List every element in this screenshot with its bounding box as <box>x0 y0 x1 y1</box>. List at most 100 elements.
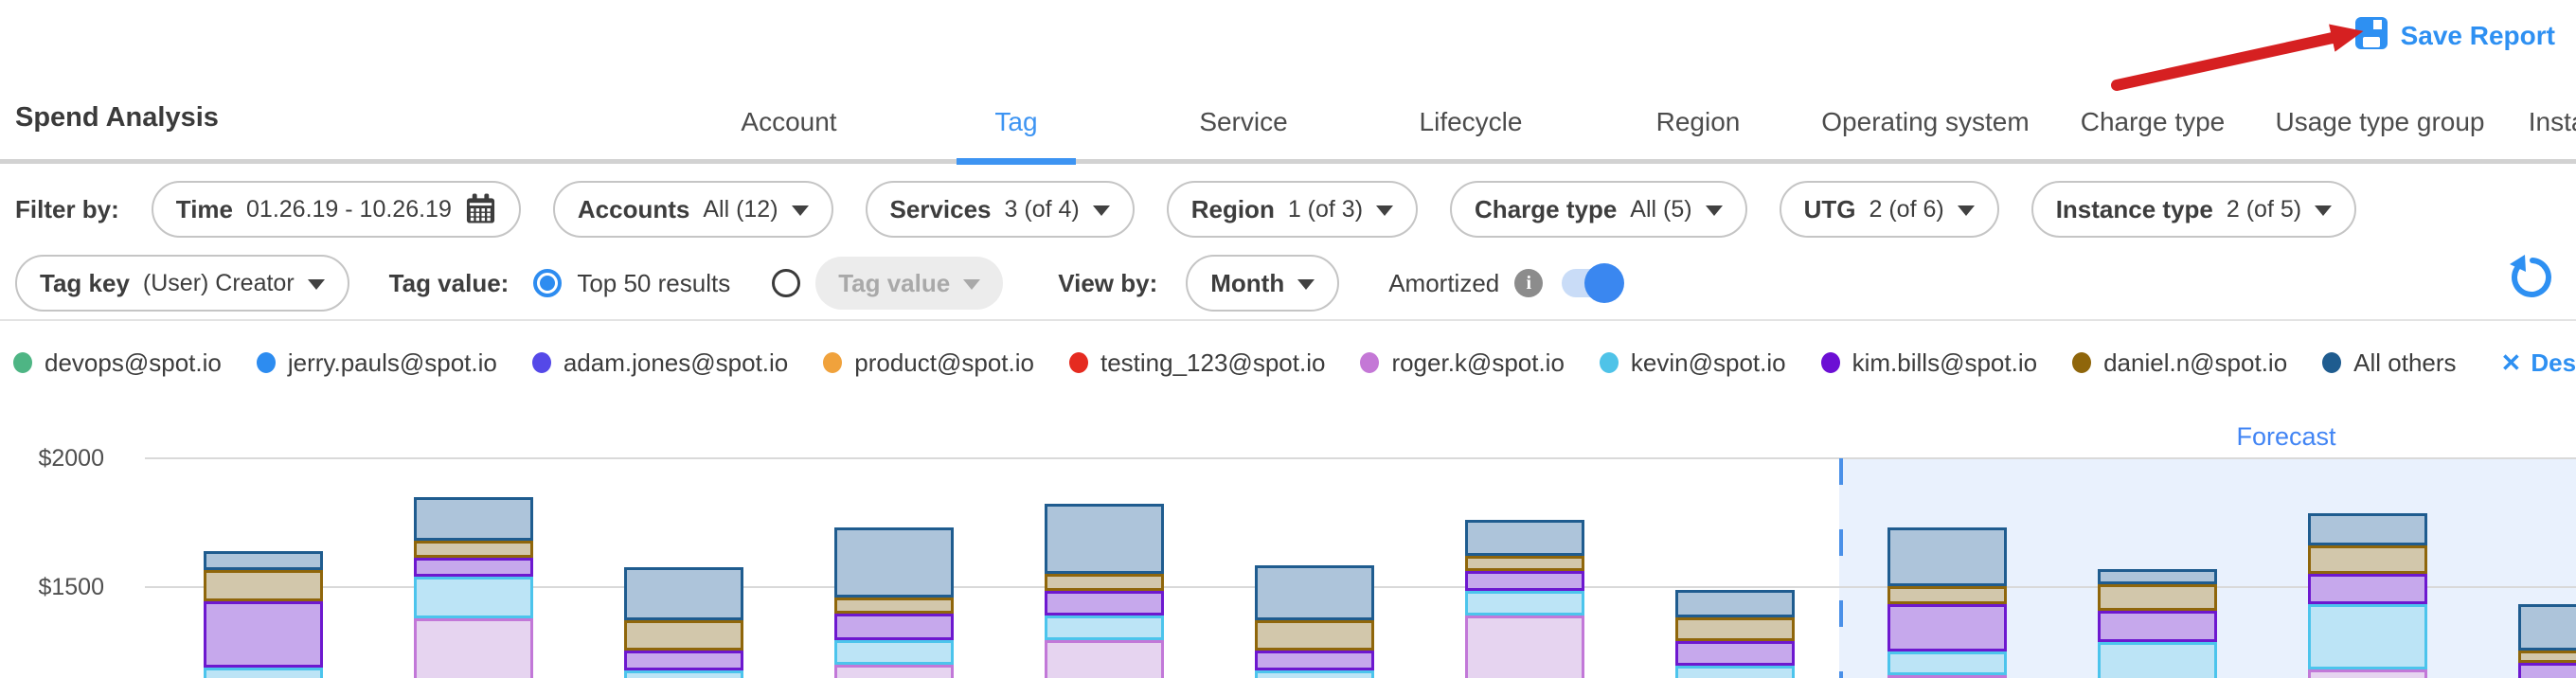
tab-label: Account <box>741 107 836 137</box>
tag-value-dropdown-disabled: Tag value <box>815 257 1003 310</box>
chevron-down-icon <box>792 205 809 216</box>
amortized-label: Amortized <box>1388 269 1499 298</box>
reset-refresh-button[interactable] <box>2506 254 2553 306</box>
legend-color-dot <box>2072 352 2091 373</box>
toggle-knob <box>1584 263 1624 303</box>
chart-bar-5[interactable] <box>1045 504 1164 678</box>
forecast-chart-bar-12[interactable] <box>2518 604 2576 678</box>
filter-pill-charge-type[interactable]: Charge typeAll (5) <box>1450 181 1747 238</box>
tab-usage-type-group[interactable]: Usage type group <box>2266 85 2494 159</box>
legend-item-all-others[interactable]: All others <box>2322 348 2456 378</box>
legend-item-kim-bills-spot-io[interactable]: kim.bills@spot.io <box>1821 348 2037 378</box>
chart-bar-7[interactable] <box>1465 520 1584 678</box>
pill-value: All (5) <box>1630 196 1691 223</box>
bar-segment-all-others <box>2308 513 2427 545</box>
deselect-x-icon: ✕ <box>2501 348 2522 378</box>
tab-bar: Account Tag Service Lifecycle Region Operatin… <box>675 85 2576 159</box>
chevron-down-icon <box>308 279 325 290</box>
pill-value: 01.26.19 - 10.26.19 <box>246 196 452 223</box>
bar-segment-kim-bills-spot-io <box>1887 604 2007 651</box>
tab-account[interactable]: Account <box>675 85 903 159</box>
tab-operating-system[interactable]: Operating system <box>1812 85 2039 159</box>
legend-item-adam-jones-spot-io[interactable]: adam.jones@spot.io <box>532 348 788 378</box>
tag-value-label: Tag value: <box>389 269 510 298</box>
filter-pill-time[interactable]: Time01.26.19 - 10.26.19 <box>152 181 521 238</box>
pill-value: All (12) <box>703 196 778 223</box>
bar-segment-all-others <box>2098 569 2217 584</box>
legend-color-dot <box>1360 352 1379 373</box>
bar-segment-daniel-n-spot-io <box>2308 545 2427 574</box>
tab-instance-type[interactable]: Instance type <box>2494 85 2576 159</box>
bar-segment-all-others <box>1465 520 1584 556</box>
legend-color-dot <box>1069 352 1088 373</box>
filter-pill-instance-type[interactable]: Instance type2 (of 5) <box>2031 181 2356 238</box>
bar-segment-roger-k-spot-io <box>1045 640 1164 678</box>
bar-segment-all-others <box>1255 565 1374 620</box>
chevron-down-icon <box>963 279 980 290</box>
tab-label: Region <box>1656 107 1741 137</box>
legend-color-dot <box>1600 352 1619 373</box>
bar-segment-all-others <box>1887 527 2007 586</box>
tag-key-dropdown[interactable]: Tag key (User) Creator <box>15 255 349 312</box>
tab-region[interactable]: Region <box>1584 85 1812 159</box>
legend-item-kevin-spot-io[interactable]: kevin@spot.io <box>1600 348 1786 378</box>
pill-value: 2 (of 6) <box>1869 196 1943 223</box>
legend-color-dot <box>257 352 276 373</box>
filter-pill-region[interactable]: Region1 (of 3) <box>1167 181 1418 238</box>
top-50-results-radio[interactable] <box>533 269 562 297</box>
y-axis-tick-label: $1500 <box>8 574 104 601</box>
forecast-chart-bar-11[interactable] <box>2308 513 2427 678</box>
legend-item-jerry-pauls-spot-io[interactable]: jerry.pauls@spot.io <box>257 348 497 378</box>
tab-service[interactable]: Service <box>1130 85 1357 159</box>
bar-segment-daniel-n-spot-io <box>414 541 533 558</box>
legend-color-dot <box>823 352 842 373</box>
filter-pill-services[interactable]: Services3 (of 4) <box>866 181 1135 238</box>
bar-segment-roger-k-spot-io <box>1465 616 1584 678</box>
chart-bar-2[interactable] <box>414 497 533 678</box>
chart-bar-1[interactable] <box>204 551 323 678</box>
legend-item-label: devops@spot.io <box>45 348 222 378</box>
bar-segment-kim-bills-spot-io <box>2308 574 2427 604</box>
legend-item-label: jerry.pauls@spot.io <box>288 348 497 378</box>
legend-item-roger-k-spot-io[interactable]: roger.k@spot.io <box>1360 348 1564 378</box>
amortized-toggle[interactable] <box>1562 269 1620 297</box>
save-report-button[interactable]: Save Report <box>2353 15 2555 56</box>
bar-segment-kevin-spot-io <box>1887 651 2007 675</box>
chart-bar-4[interactable] <box>834 527 954 678</box>
calendar-icon <box>465 193 496 225</box>
bar-segment-roger-k-spot-io <box>414 618 533 678</box>
forecast-chart-bar-9[interactable] <box>1887 527 2007 678</box>
chart-bar-6[interactable] <box>1255 565 1374 678</box>
bar-segment-all-others <box>414 497 533 541</box>
legend-color-dot <box>2322 352 2341 373</box>
bar-segment-kevin-spot-io <box>1045 616 1164 640</box>
legend-item-devops-spot-io[interactable]: devops@spot.io <box>13 348 222 378</box>
legend-bar: devops@spot.io jerry.pauls@spot.io adam.jo… <box>0 333 2576 392</box>
divider <box>0 319 2576 321</box>
bar-segment-daniel-n-spot-io <box>1465 556 1584 571</box>
tab-tag[interactable]: Tag <box>903 85 1130 159</box>
tag-value-pill-label: Tag value <box>838 269 950 298</box>
filter-pill-utg[interactable]: UTG2 (of 6) <box>1780 181 1999 238</box>
active-tab-underline <box>957 158 1076 165</box>
filter-pill-accounts[interactable]: AccountsAll (12) <box>553 181 833 238</box>
view-by-dropdown[interactable]: Month <box>1186 255 1339 312</box>
info-icon[interactable]: i <box>1514 269 1543 297</box>
tab-label: Service <box>1199 107 1287 137</box>
tag-key-value: (User) Creator <box>143 270 295 297</box>
legend-item-testing-123-spot-io[interactable]: testing_123@spot.io <box>1069 348 1325 378</box>
tag-value-radio[interactable] <box>772 269 800 297</box>
y-axis-tick-label: $2000 <box>8 445 104 473</box>
legend-item-product-spot-io[interactable]: product@spot.io <box>823 348 1034 378</box>
forecast-chart-bar-10[interactable] <box>2098 569 2217 678</box>
tab-lifecycle[interactable]: Lifecycle <box>1357 85 1584 159</box>
chart-bar-8[interactable] <box>1675 590 1795 678</box>
pill-value: 1 (of 3) <box>1288 196 1363 223</box>
tab-charge-type[interactable]: Charge type <box>2039 85 2266 159</box>
save-report-label: Save Report <box>2401 21 2555 51</box>
chart-bar-3[interactable] <box>624 567 743 678</box>
legend-item-daniel-n-spot-io[interactable]: daniel.n@spot.io <box>2072 348 2287 378</box>
chevron-down-icon <box>1958 205 1975 216</box>
deselect-all-button[interactable]: ✕Deselect All <box>2501 348 2576 378</box>
bar-segment-kim-bills-spot-io <box>204 601 323 668</box>
